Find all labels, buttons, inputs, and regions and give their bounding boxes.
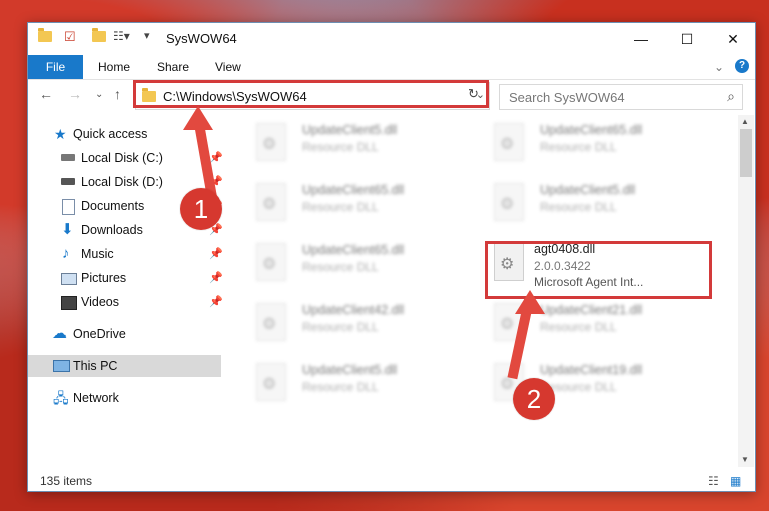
navigation-pane: ★ Quick access Local Disk (C:) 📌 Local D… bbox=[28, 115, 223, 455]
customize-toolbar-icon[interactable]: ▾ bbox=[144, 29, 150, 42]
drive-icon bbox=[61, 154, 75, 161]
large-icons-view-icon[interactable]: ▦ bbox=[730, 474, 741, 488]
dll-file-icon bbox=[256, 123, 286, 161]
explorer-window: ☑ ☷▾ ▾ SysWOW64 — ☐ ✕ File Home Share Vi… bbox=[27, 22, 756, 492]
tab-share[interactable]: Share bbox=[157, 55, 189, 79]
document-icon bbox=[62, 199, 75, 215]
scroll-up-icon[interactable]: ▲ bbox=[741, 117, 749, 126]
dll-file-icon bbox=[256, 303, 286, 341]
drive-icon bbox=[61, 178, 75, 185]
file-item[interactable]: UpdateClient19.dll Resource DLL bbox=[474, 355, 704, 409]
dll-file-icon bbox=[494, 183, 524, 221]
minimize-button[interactable]: — bbox=[618, 23, 664, 55]
tab-home[interactable]: Home bbox=[98, 55, 130, 79]
back-arrow-icon[interactable]: ← bbox=[39, 86, 53, 102]
window-title: SysWOW64 bbox=[166, 31, 237, 46]
sidebar-item-this-pc[interactable]: This PC bbox=[28, 355, 221, 377]
step-badge-1: 1 bbox=[180, 188, 222, 230]
file-item[interactable]: UpdateClient5.dll Resource DLL bbox=[474, 175, 704, 229]
file-item[interactable]: UpdateClient65.dll Resource DLL bbox=[236, 235, 466, 289]
scroll-thumb[interactable] bbox=[740, 129, 752, 177]
file-item[interactable]: UpdateClient5.dll Resource DLL bbox=[236, 115, 466, 169]
file-item[interactable]: UpdateClient5.dll Resource DLL bbox=[236, 355, 466, 409]
sidebar-item-local-disk-c[interactable]: Local Disk (C:) 📌 bbox=[28, 147, 223, 169]
picture-icon bbox=[61, 273, 77, 285]
address-path[interactable]: C:\Windows\SysWOW64 bbox=[163, 89, 307, 104]
view-options-icon[interactable]: ☷▾ bbox=[113, 29, 130, 43]
item-count: 135 items bbox=[40, 474, 93, 488]
details-view-icon[interactable]: ☷ bbox=[708, 474, 719, 488]
sidebar-item-onedrive[interactable]: ☁ OneDrive bbox=[28, 323, 221, 345]
sidebar-item-music[interactable]: ♪ Music 📌 bbox=[28, 243, 223, 265]
recent-locations-icon[interactable]: ⌄ bbox=[95, 89, 103, 100]
pin-icon[interactable]: 📌 bbox=[209, 267, 223, 289]
dll-file-icon bbox=[256, 243, 286, 281]
maximize-button[interactable]: ☐ bbox=[664, 23, 710, 55]
pin-icon[interactable]: 📌 bbox=[209, 291, 223, 313]
forward-arrow-icon[interactable]: → bbox=[68, 86, 82, 102]
computer-icon bbox=[53, 360, 70, 372]
dll-file-icon bbox=[256, 363, 286, 401]
up-arrow-icon[interactable]: ↑ bbox=[114, 86, 121, 102]
file-item[interactable]: UpdateClient21.dll Resource DLL bbox=[474, 295, 704, 349]
step-badge-2: 2 bbox=[513, 378, 555, 420]
title-bar: ☑ ☷▾ ▾ SysWOW64 — ☐ ✕ bbox=[28, 23, 755, 55]
annotation-arrowhead-1 bbox=[183, 106, 213, 130]
vertical-scrollbar[interactable]: ▲ ▼ bbox=[738, 115, 754, 467]
star-icon: ★ bbox=[54, 126, 67, 142]
ribbon-tabs: File Home Share View ⌄ ? bbox=[28, 55, 755, 80]
network-icon: 🖧 bbox=[53, 390, 69, 406]
file-item[interactable]: UpdateClient42.dll Resource DLL bbox=[236, 295, 466, 349]
download-icon: ⬇ bbox=[61, 221, 74, 238]
file-item[interactable]: UpdateClient65.dll Resource DLL bbox=[236, 175, 466, 229]
expand-ribbon-icon[interactable]: ⌄ bbox=[714, 60, 724, 74]
video-icon bbox=[61, 296, 77, 310]
help-icon[interactable]: ? bbox=[735, 59, 749, 73]
folder-icon bbox=[142, 88, 156, 102]
annotation-arrowhead-2 bbox=[515, 290, 545, 314]
music-icon: ♪ bbox=[62, 245, 70, 262]
sidebar-item-videos[interactable]: Videos 📌 bbox=[28, 291, 223, 313]
sidebar-item-pictures[interactable]: Pictures 📌 bbox=[28, 267, 223, 289]
sidebar-item-network[interactable]: 🖧 Network bbox=[28, 387, 221, 409]
close-button[interactable]: ✕ bbox=[710, 23, 756, 55]
new-folder-icon[interactable] bbox=[92, 28, 106, 42]
tab-view[interactable]: View bbox=[215, 55, 241, 79]
cloud-icon: ☁ bbox=[52, 325, 67, 342]
dll-file-icon bbox=[256, 183, 286, 221]
pin-icon[interactable]: 📌 bbox=[209, 243, 223, 265]
tab-file[interactable]: File bbox=[28, 55, 83, 79]
properties-icon[interactable]: ☑ bbox=[64, 29, 76, 45]
search-placeholder: Search SysWOW64 bbox=[509, 90, 625, 105]
dll-file-icon bbox=[494, 123, 524, 161]
file-item[interactable]: UpdateClient65.dll Resource DLL bbox=[474, 115, 704, 169]
refresh-icon[interactable]: ↻ bbox=[468, 86, 479, 102]
search-icon[interactable]: ⌕ bbox=[727, 88, 735, 105]
scroll-down-icon[interactable]: ▼ bbox=[741, 455, 749, 464]
search-box[interactable]: Search SysWOW64 ⌕ bbox=[499, 84, 743, 110]
folder-icon[interactable] bbox=[38, 28, 52, 42]
